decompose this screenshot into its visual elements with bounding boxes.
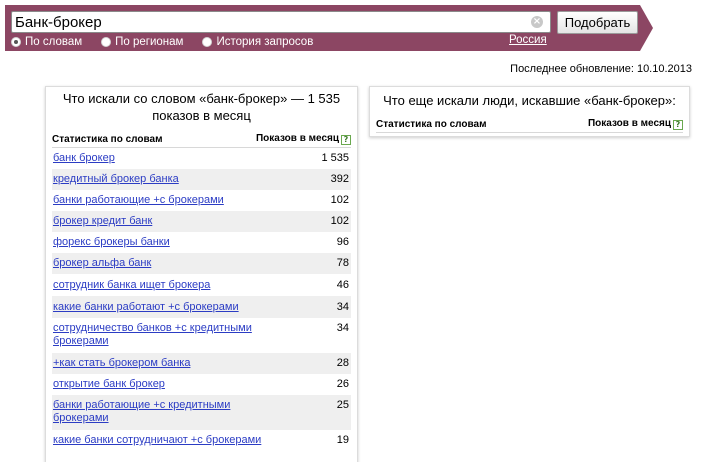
mode-label: По регионам (115, 36, 184, 48)
keyword-link[interactable]: банки работающие +с брокерами (53, 194, 263, 207)
column-impressions: Показов в месяц? (256, 133, 351, 145)
table-row: сотрудник банка ищет брокера 46 (52, 274, 351, 296)
impressions-count: 102 (330, 215, 349, 227)
table-row: сотрудничество банков +с кредитными брок… (52, 318, 351, 353)
impressions-count: 19 (336, 434, 349, 446)
table-row: открытие банк брокер 26 (52, 374, 351, 395)
impressions-count: 102 (330, 194, 349, 206)
column-impressions: Показов в месяц? (588, 118, 683, 130)
table-row: брокер кредит банк 102 (52, 211, 351, 232)
table-row: банки работающие +с брокерами 102 (52, 190, 351, 211)
column-keywords: Статистика по словам (376, 118, 487, 130)
keyword-link[interactable]: сотрудник банка ищет брокера (53, 279, 263, 292)
search-mode-group: По словам По регионам История запросов (11, 35, 332, 49)
keyword-link[interactable]: +как стать брокером банка (53, 357, 263, 370)
impressions-count: 392 (330, 173, 349, 185)
table-header: Статистика по словам Показов в месяц? (52, 133, 351, 148)
keyword-link[interactable]: форекс брокеры банки (53, 236, 263, 249)
table-row: +как стать брокером банка 28 (52, 353, 351, 374)
column-keywords: Статистика по словам (52, 133, 163, 145)
panel-title: Что еще искали люди, искавшие «банк-брок… (383, 93, 676, 108)
radio-icon[interactable] (101, 37, 112, 47)
table-row: форекс брокеры банки 96 (52, 232, 351, 253)
main-keywords-panel: Что искали со словом «банк-брокер» — 1 5… (45, 86, 358, 462)
keyword-link[interactable]: брокер альфа банк (53, 257, 263, 270)
impressions-count: 28 (336, 357, 349, 369)
impressions-count: 26 (336, 378, 349, 390)
search-band: × Подобрать По словам По регионам Истори… (5, 5, 653, 51)
mode-by-words[interactable]: По словам (11, 36, 82, 48)
impressions-count: 34 (336, 300, 349, 313)
search-input[interactable] (11, 11, 551, 33)
mode-label: История запросов (216, 36, 314, 48)
radio-selected-icon[interactable] (11, 37, 21, 47)
table-row: банки работающие +с кредитными брокерами… (52, 395, 351, 430)
table-row: кредитный брокер банка 392 (52, 169, 351, 190)
table-row: какие банки работают +с брокерами 34 (52, 296, 351, 318)
keywords-table: банк брокер 1 535 кредитный брокер банка 39… (52, 148, 351, 451)
impressions-count: 46 (336, 278, 349, 291)
mode-label: По словам (25, 36, 83, 48)
impressions-count: 25 (336, 399, 349, 411)
keyword-link[interactable]: открытие банк брокер (53, 378, 263, 391)
keyword-link[interactable]: брокер кредит банк (53, 215, 263, 228)
keyword-link[interactable]: сотрудничество банков +с кредитными брок… (53, 322, 263, 348)
keyword-link[interactable]: какие банки сотрудничают +с брокерами (53, 434, 263, 447)
impressions-count: 78 (336, 257, 349, 269)
help-icon[interactable]: ? (341, 135, 351, 145)
mode-query-history[interactable]: История запросов (202, 36, 313, 48)
keyword-link[interactable]: кредитный брокер банка (53, 173, 263, 186)
keyword-link[interactable]: банки работающие +с кредитными брокерами (53, 399, 263, 425)
related-keywords-panel: Что еще искали люди, искавшие «банк-брок… (369, 86, 690, 137)
keyword-link[interactable]: какие банки работают +с брокерами (53, 301, 263, 314)
region-link[interactable]: Россия (509, 34, 547, 46)
mode-by-regions[interactable]: По регионам (101, 36, 183, 48)
impressions-count: 96 (336, 236, 349, 248)
table-row: какие банки сотрудничают +с брокерами 19 (52, 430, 351, 451)
impressions-count: 34 (336, 322, 349, 334)
keyword-link[interactable]: банк брокер (53, 152, 263, 165)
panel-title: Что искали со словом «банк-брокер» — 1 5… (62, 91, 341, 123)
table-row: брокер альфа банк 78 (52, 253, 351, 274)
clear-icon[interactable]: × (531, 16, 543, 28)
table-header: Статистика по словам Показов в месяц? (376, 118, 683, 133)
table-row: банк брокер 1 535 (52, 148, 351, 169)
help-icon[interactable]: ? (673, 120, 683, 130)
submit-button[interactable]: Подобрать (557, 11, 638, 34)
radio-icon[interactable] (202, 37, 213, 47)
last-updated: Последнее обновление: 10.10.2013 (510, 63, 692, 75)
impressions-count: 1 535 (321, 152, 349, 164)
